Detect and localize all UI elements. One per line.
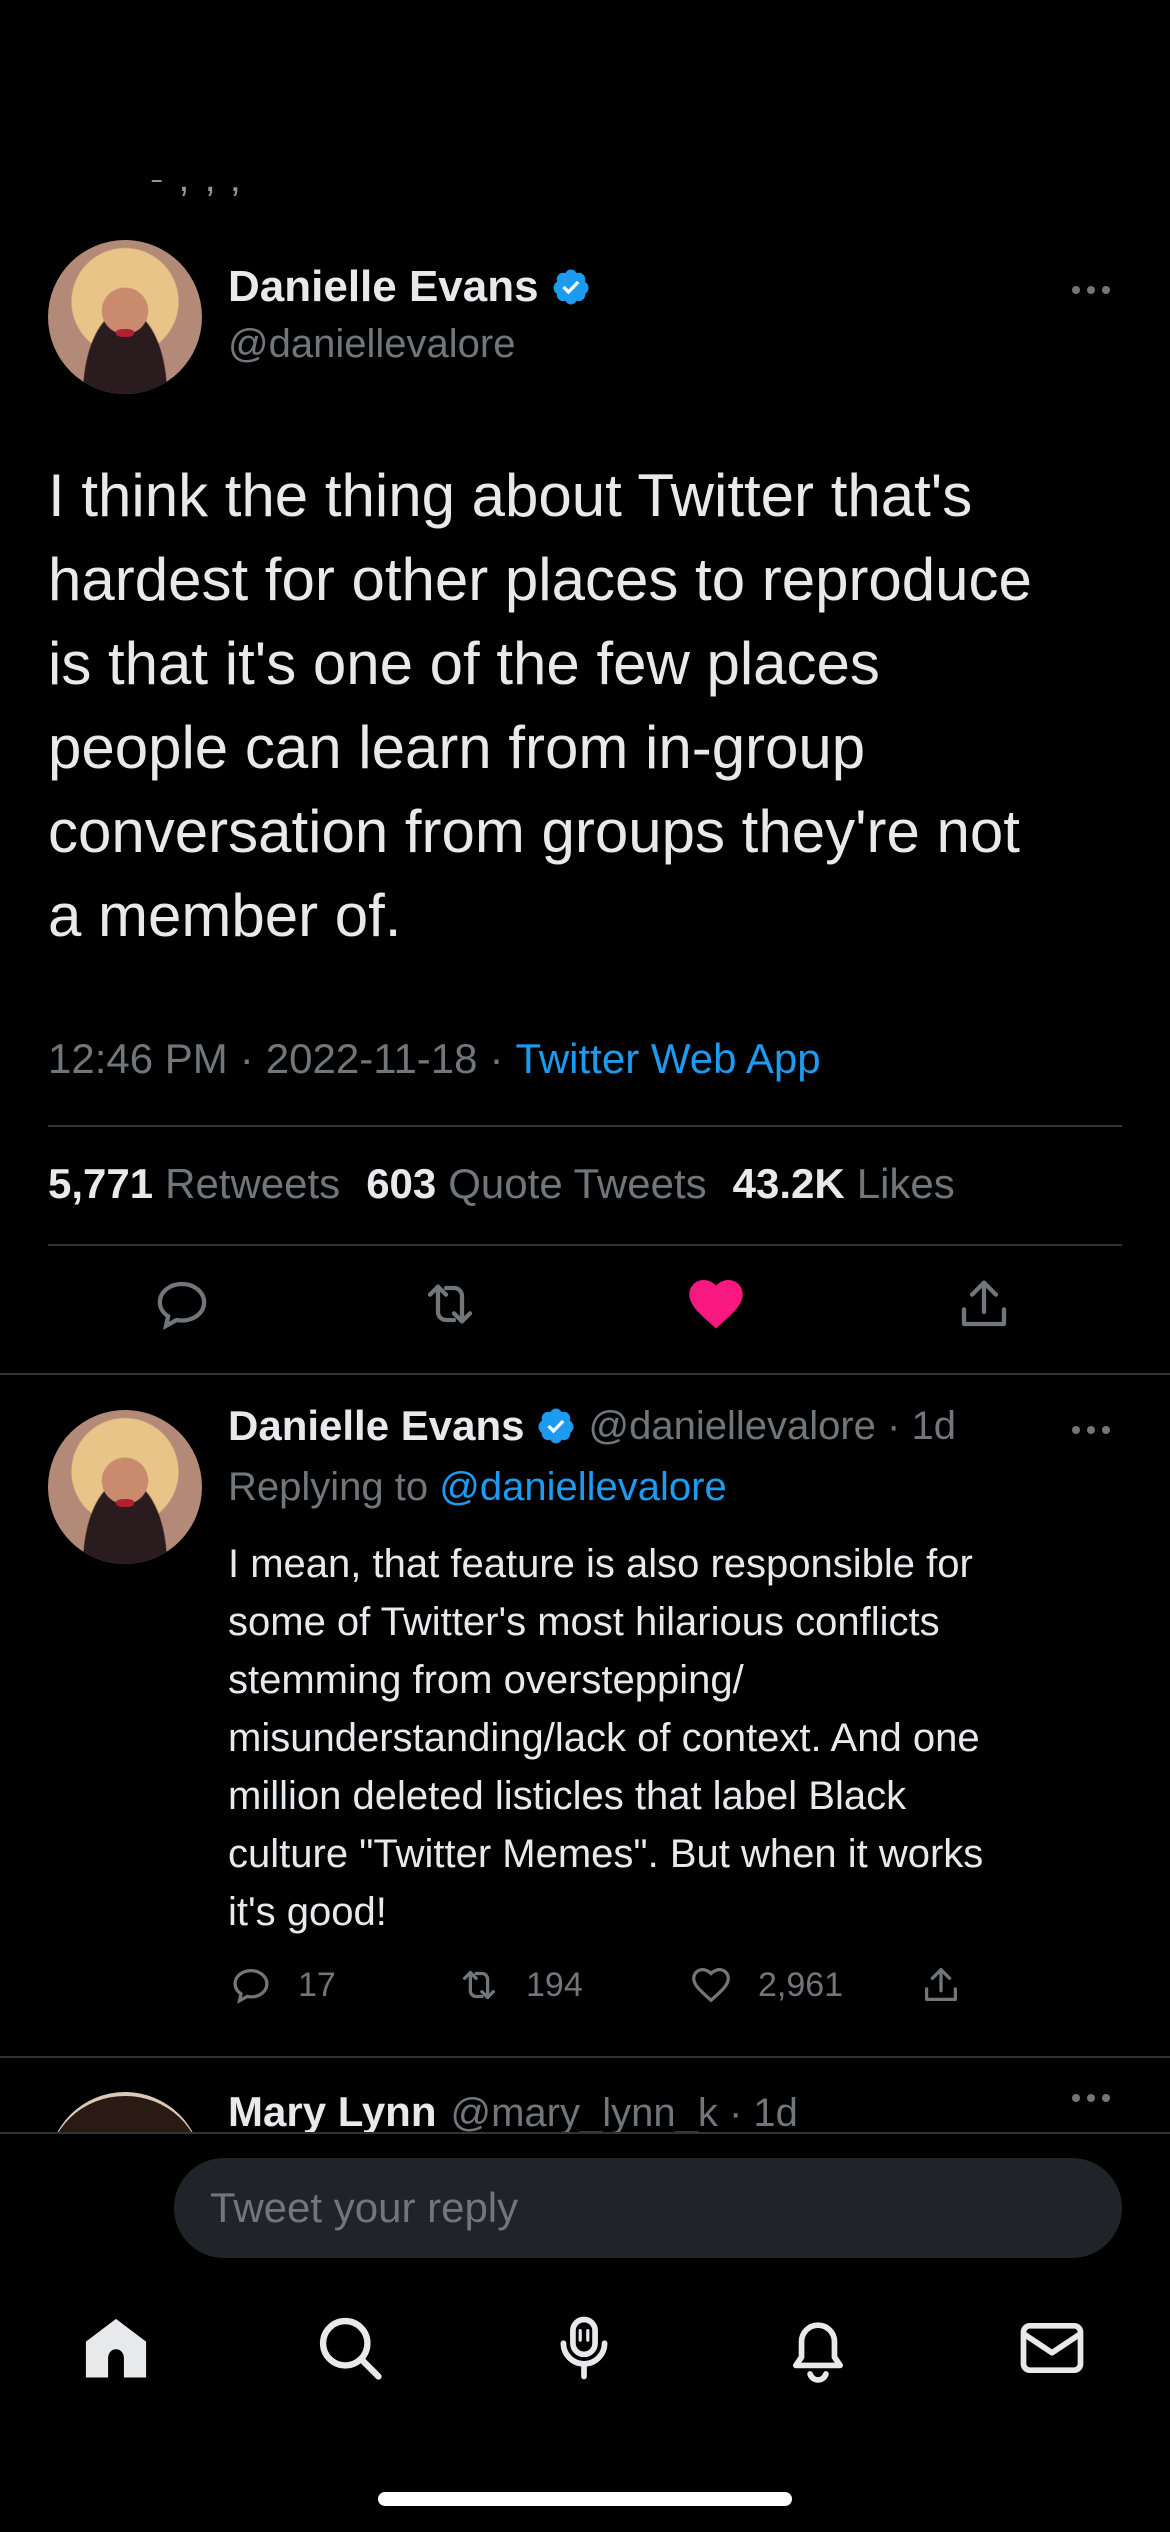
next-tweet-author-name[interactable]: Mary Lynn: [228, 2088, 436, 2132]
tweet-date: 2022-11-18: [265, 1035, 478, 1082]
likes-stat[interactable]: 43.2K Likes: [733, 1160, 955, 1208]
home-indicator[interactable]: [378, 2492, 792, 2506]
retweet-icon: [462, 1970, 496, 2000]
reply-count: 17: [298, 1965, 336, 2004]
next-tweet-handle: @mary_lynn_k · 1d: [450, 2091, 798, 2132]
author-handle: @daniellevalore: [228, 322, 516, 366]
divider: [48, 1244, 1122, 1246]
next-tweet[interactable]: Mary Lynn @mary_lynn_k · 1d: [0, 2056, 1170, 2132]
reply-bar: [0, 2132, 1170, 2272]
next-tweet-author-row: Mary Lynn @mary_lynn_k · 1d: [228, 2088, 798, 2132]
retweets-stat[interactable]: 5,771 Retweets: [48, 1160, 340, 1208]
messages-icon[interactable]: [1014, 2310, 1090, 2386]
quote-tweets-stat[interactable]: 603 Quote Tweets: [366, 1160, 706, 1208]
reply-author-handle: @daniellevalore · 1d: [588, 1403, 956, 1448]
home-icon[interactable]: [78, 2310, 154, 2386]
previous-tweet-remnant: ‑ , , ‚: [150, 180, 390, 210]
tweet-time: 12:46 PM: [48, 1035, 228, 1082]
meta-separator: ·: [489, 1035, 504, 1082]
verified-badge-icon: [538, 1408, 575, 1444]
reply-input[interactable]: [174, 2158, 1122, 2258]
tweet-meta: 12:46 PM · 2022-11-18 · Twitter Web App: [48, 1035, 821, 1083]
reply-author-name[interactable]: Danielle Evans: [228, 1402, 524, 1450]
reply-author-row[interactable]: Danielle Evans @daniellevalore · 1d: [228, 1402, 956, 1450]
reply-reply-button[interactable]: 17: [228, 1962, 336, 2008]
status-bar-area: [0, 0, 1170, 190]
meta-separator: ·: [239, 1035, 254, 1082]
share-icon[interactable]: [952, 1272, 1016, 1336]
divider: [48, 1125, 1122, 1127]
notifications-icon[interactable]: [780, 2310, 856, 2386]
like-count: 2,961: [758, 1965, 844, 2004]
more-options-icon[interactable]: [1066, 2088, 1116, 2108]
reply-retweet-button[interactable]: 194: [456, 1962, 583, 2008]
retweet-count: 194: [526, 1965, 583, 2004]
more-options-icon[interactable]: [1066, 280, 1116, 300]
author-name-row[interactable]: Danielle Evans: [228, 262, 591, 312]
bottom-tab-bar: [0, 2272, 1170, 2442]
retweet-icon[interactable]: [418, 1272, 482, 1336]
reply-tweet-text: I mean, that feature is also responsible…: [228, 1542, 984, 1934]
like-icon[interactable]: [684, 1272, 748, 1336]
author-name[interactable]: Danielle Evans: [228, 262, 539, 312]
replying-to-mention[interactable]: @daniellevalore: [439, 1465, 726, 1509]
author-avatar[interactable]: [48, 240, 202, 394]
reply-icon[interactable]: [150, 1272, 214, 1336]
tweet-actions: [0, 1272, 1170, 1346]
reply-icon: [233, 1968, 269, 2004]
search-icon[interactable]: [312, 2310, 388, 2386]
tweet-text: I think the thing about Twitter that's h…: [48, 462, 1032, 949]
heart-icon: [692, 1968, 730, 2003]
reply-tweet-actions: 17 194 2,961: [228, 1962, 1128, 2018]
replying-to: Replying to @daniellevalore: [228, 1465, 727, 1509]
reply-share-button[interactable]: [918, 1962, 964, 2008]
reply-author-avatar[interactable]: [48, 1410, 202, 1564]
spaces-icon[interactable]: [546, 2310, 622, 2386]
divider: [0, 1373, 1170, 1375]
next-tweet-avatar[interactable]: [48, 2092, 202, 2132]
reply-like-button[interactable]: 2,961: [688, 1962, 843, 2008]
tweet-source-link[interactable]: Twitter Web App: [516, 1035, 821, 1083]
share-icon: [924, 1968, 958, 2002]
tweet-stats: 5,771 Retweets 603 Quote Tweets 43.2K Likes: [48, 1160, 955, 1208]
more-options-icon[interactable]: [1066, 1420, 1116, 1440]
verified-badge-icon: [553, 269, 589, 305]
